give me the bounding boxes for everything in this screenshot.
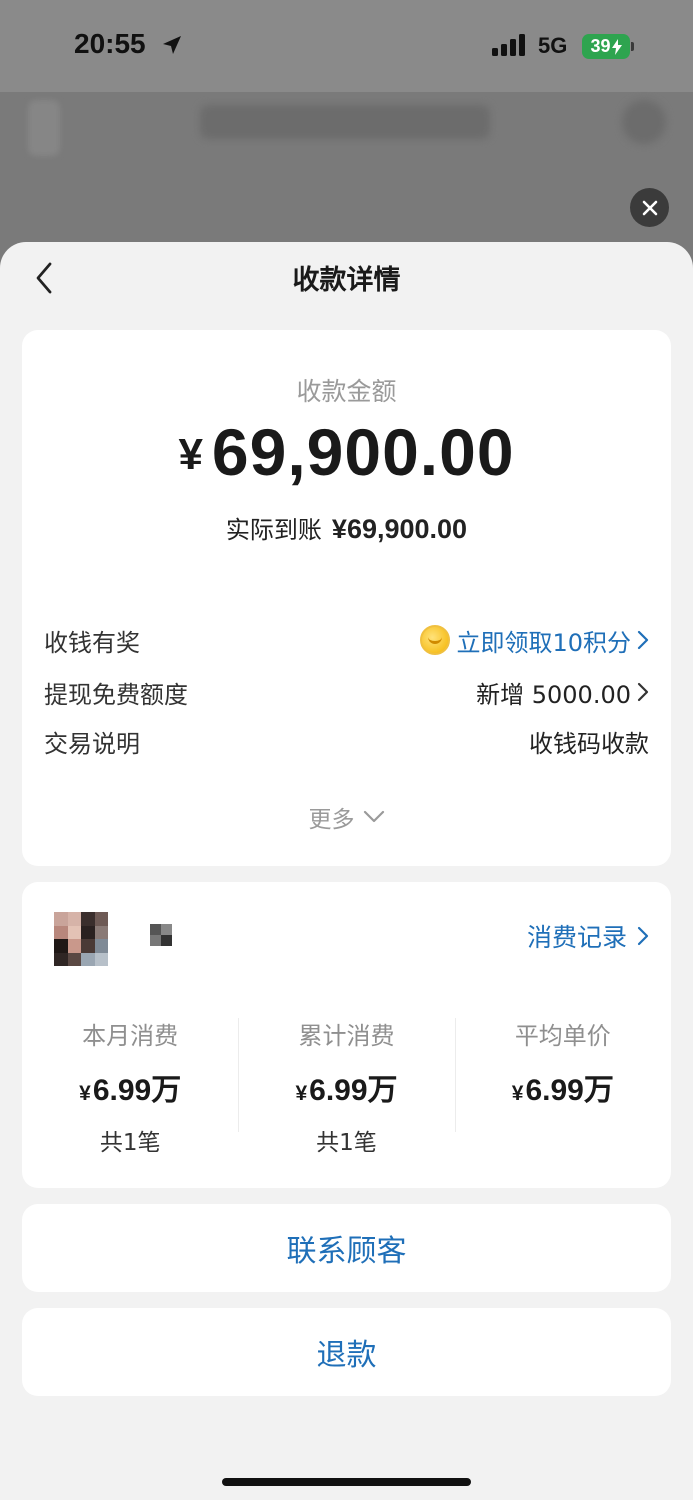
battery-cap (631, 42, 634, 51)
stat-value: ¥6.99万 (455, 1065, 671, 1109)
status-time: 20:55 (74, 28, 146, 59)
sheet-header: 收款详情 (0, 242, 693, 314)
background-back-blur (28, 100, 60, 156)
detail-label: 收钱有奖 (44, 628, 140, 657)
status-bar: 20:55 5G 39 (0, 0, 693, 92)
more-toggle[interactable]: 更多 (22, 800, 671, 834)
detail-label: 提现免费额度 (44, 680, 188, 709)
battery-level: 39 (590, 36, 611, 56)
stat-label: 本月消费 (82, 1022, 179, 1050)
stat-number: 6.99万 (525, 1074, 614, 1107)
background-action-blur (622, 100, 666, 144)
stat-monthly: 本月消费 ¥6.99万 共1笔 (22, 1012, 238, 1156)
stat-average: 平均单价 ¥6.99万 (454, 1012, 671, 1142)
stat-value: ¥6.99万 (22, 1065, 238, 1109)
consumption-records-link[interactable]: 消费记录 (527, 918, 649, 954)
stat-label: 累计消费 (298, 1022, 395, 1050)
stat-currency: ¥ (295, 1082, 308, 1105)
detail-label: 交易说明 (44, 729, 140, 758)
detail-value: 立即领取10积分 (456, 628, 631, 657)
withdraw-quota-value[interactable]: 新增 5000.00 (476, 675, 649, 710)
chevron-right-icon (637, 630, 649, 650)
customer-card: 消费记录 本月消费 ¥6.99万 共1笔 累计消费 ¥6.99万 共1笔 平均单… (22, 882, 671, 1188)
signal-icon (492, 34, 525, 56)
stat-currency: ¥ (511, 1082, 524, 1105)
refund-button[interactable]: 退款 (22, 1308, 671, 1396)
more-label: 更多 (308, 807, 355, 833)
received-value: ¥69,900.00 (331, 514, 468, 544)
records-label: 消费记录 (526, 923, 627, 952)
stat-count: 共1笔 (99, 1130, 161, 1156)
stat-label: 平均单价 (514, 1022, 611, 1050)
contact-customer-button[interactable]: 联系顾客 (22, 1204, 671, 1292)
payment-detail-sheet: 收款详情 收款金额 ¥69,900.00 实际到账 ¥69,900.00 收钱有奖… (0, 242, 693, 1500)
chevron-right-icon (637, 682, 649, 702)
stat-number: 6.99万 (309, 1074, 398, 1107)
location-arrow-icon (163, 36, 181, 54)
detail-value: 收钱码收款 (529, 729, 649, 758)
stat-total: 累计消费 ¥6.99万 共1笔 (238, 1012, 454, 1156)
claim-points-link[interactable]: 立即领取10积分 (420, 623, 649, 658)
battery-indicator: 39 (582, 34, 630, 59)
chevron-down-icon (363, 810, 384, 823)
close-icon (642, 200, 657, 215)
avatar[interactable] (54, 912, 108, 966)
detail-row-withdraw-quota[interactable]: 提现免费额度 新增 5000.00 (44, 674, 649, 710)
detail-row-description: 交易说明 收钱码收款 (44, 723, 649, 759)
stat-count: 共1笔 (316, 1130, 377, 1156)
network-type: 5G (538, 33, 568, 58)
charging-bolt-icon (611, 38, 622, 55)
amount-card: 收款金额 ¥69,900.00 实际到账 ¥69,900.00 收钱有奖 立即领取… (22, 330, 671, 866)
amount-label: 收款金额 (296, 377, 397, 406)
amount-number: 69,900.00 (211, 415, 515, 489)
stat-number: 6.99万 (92, 1074, 182, 1107)
stat-value: ¥6.99万 (238, 1065, 454, 1109)
received-amount: 实际到账 ¥69,900.00 (22, 510, 671, 545)
close-sheet-button[interactable] (630, 188, 669, 227)
amount-value: ¥69,900.00 (22, 414, 671, 490)
detail-value: 新增 5000.00 (476, 680, 631, 709)
received-label: 实际到账 (225, 516, 322, 544)
detail-row-reward[interactable]: 收钱有奖 立即领取10积分 (44, 622, 649, 658)
customer-name-mosaic (150, 924, 172, 946)
chevron-right-icon (637, 926, 649, 946)
page-title: 收款详情 (292, 265, 401, 296)
home-indicator[interactable] (222, 1478, 471, 1486)
customer-stats: 本月消费 ¥6.99万 共1笔 累计消费 ¥6.99万 共1笔 平均单价 ¥6.… (22, 1012, 671, 1156)
coin-icon (420, 625, 451, 655)
amount-currency: ¥ (178, 430, 204, 479)
background-title-blur (200, 105, 490, 139)
stat-currency: ¥ (79, 1082, 91, 1105)
